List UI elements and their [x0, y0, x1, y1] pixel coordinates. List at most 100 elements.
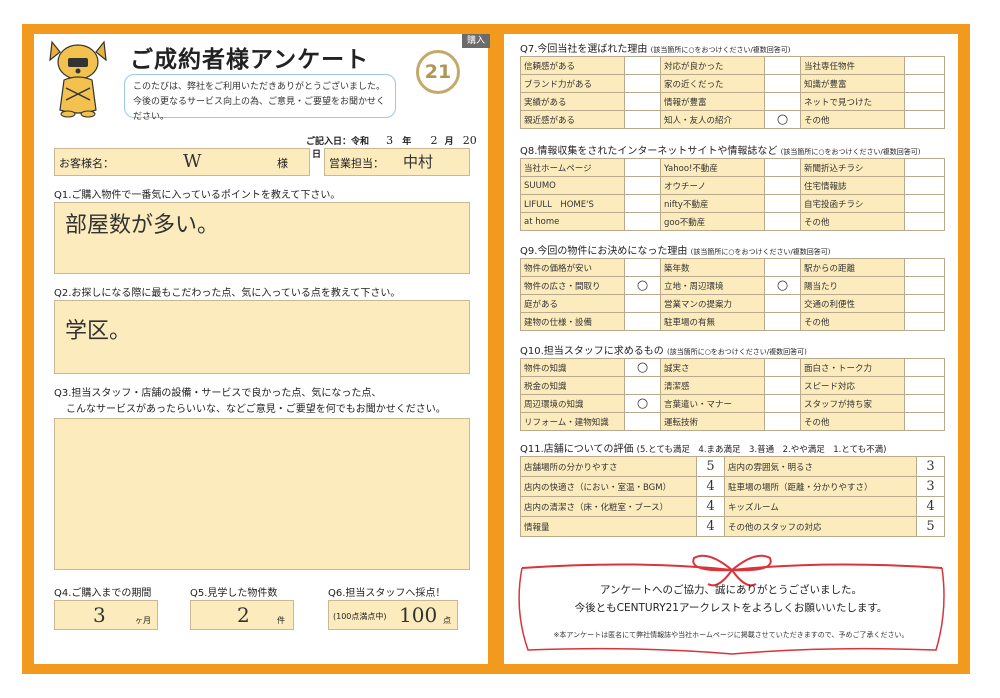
q7-option-label: 家の近くだった	[660, 74, 765, 93]
q10-option-mark[interactable]	[764, 376, 801, 395]
q8-option-mark[interactable]	[904, 212, 945, 231]
q4-unit: ヶ月	[135, 616, 151, 625]
q7-row: 親近感がある 知人・友人の紹介 ○ その他	[520, 110, 945, 129]
q8-option-mark[interactable]	[764, 194, 801, 213]
q8-option-mark[interactable]	[904, 176, 945, 195]
q11-item-score[interactable]: 4	[696, 516, 725, 537]
q7-option-mark[interactable]	[624, 92, 661, 111]
q10-option-label: 誠実さ	[660, 358, 765, 377]
q7-option-mark[interactable]	[904, 110, 945, 129]
q10-option-label: リフォーム・建物知識	[520, 412, 625, 431]
q9-option-mark[interactable]: ○	[624, 276, 661, 295]
date-month: 2	[430, 134, 438, 147]
q8-option-label: SUUMO	[520, 176, 625, 195]
q11-item-score[interactable]: 3	[916, 476, 945, 497]
q7-row: 信頼感がある 対応が良かった 当社専任物件	[520, 56, 945, 75]
q9-option-mark[interactable]	[764, 258, 801, 277]
q1-question: Q1.ご購入物件で一番気に入っているポイントを教えて下さい。	[54, 190, 341, 201]
q8-option-mark[interactable]	[904, 194, 945, 213]
q10-option-mark[interactable]	[624, 412, 661, 431]
q9-option-mark[interactable]	[904, 276, 945, 295]
q7-option-mark[interactable]	[624, 56, 661, 75]
date-month-unit: 月	[444, 137, 454, 147]
q10-row: 税金の知識 清潔感 スピード対応	[520, 376, 945, 395]
q7-option-mark[interactable]	[904, 56, 945, 75]
q7-option-label: その他	[800, 110, 905, 129]
q8-option-mark[interactable]	[764, 176, 801, 195]
q2-answer: 学区。	[65, 319, 132, 344]
q8-option-mark[interactable]	[624, 212, 661, 231]
q11-item-label: 駐車場の場所（距離・分かりやすさ）	[724, 476, 917, 497]
q8-option-mark[interactable]	[624, 158, 661, 177]
q2-question: Q2.お探しになる際に最もこだわった点、気に入っている点を教えて下さい。	[54, 288, 401, 299]
q7-option-mark[interactable]	[904, 92, 945, 111]
q8-option-label: nifty不動産	[660, 194, 765, 213]
q9-option-label: 営業マンの提案力	[660, 294, 765, 313]
q8-row: 当社ホームページ Yahoo!不動産 新聞折込チラシ	[520, 158, 945, 177]
q7-option-label: 情報が豊富	[660, 92, 765, 111]
q7-option-mark[interactable]	[624, 74, 661, 93]
q9-option-mark[interactable]	[904, 258, 945, 277]
q10-option-mark[interactable]	[764, 412, 801, 431]
sales-staff-field: 営業担当： 中村	[324, 148, 470, 176]
q9-option-mark[interactable]	[904, 294, 945, 313]
q8-option-mark[interactable]	[904, 158, 945, 177]
q9-option-mark[interactable]: ○	[764, 276, 801, 295]
intro-bubble: このたびは、弊社をご利用いただきありがとうございました。 今後の更なるサービス向…	[124, 74, 396, 122]
q8-option-mark[interactable]	[624, 176, 661, 195]
q9-note: (該当箇所に○をおつけください/複数回答可)	[690, 248, 831, 256]
q10-option-mark[interactable]	[904, 376, 945, 395]
q8-row: LIFULL HOME'S nifty不動産 自宅投函チラシ	[520, 194, 945, 213]
q7-option-mark[interactable]	[764, 74, 801, 93]
q11-row: 店舗場所の分かりやすさ 5 店内の雰囲気・明るさ 3	[520, 456, 945, 477]
q9-option-mark[interactable]	[624, 258, 661, 277]
q9-option-label: 築年数	[660, 258, 765, 277]
q7-option-mark[interactable]	[764, 92, 801, 111]
q7-option-mark[interactable]	[904, 74, 945, 93]
footer-note: ※本アンケートは匿名にて弊社情報誌や当社ホームページに掲載させていただきますので…	[553, 631, 909, 639]
q7-option-mark[interactable]	[624, 110, 661, 129]
q10-option-mark[interactable]: ○	[624, 394, 661, 413]
q9-table: 物件の価格が安い 築年数 駅からの距離 物件の広さ・間取り ○ 立地・周辺環境 ○ 陽当たり庭…	[520, 258, 945, 331]
q11-item-score[interactable]: 5	[916, 516, 945, 537]
q9-option-mark[interactable]	[624, 312, 661, 331]
q8-option-mark[interactable]	[764, 212, 801, 231]
q10-option-mark[interactable]	[764, 394, 801, 413]
q10-option-label: その他	[800, 412, 905, 431]
q8-note: (該当箇所に○をおつけください/複数回答可)	[780, 148, 921, 156]
q7-option-mark[interactable]	[764, 56, 801, 75]
q10-option-mark[interactable]	[624, 376, 661, 395]
q10-question: Q10.担当スタッフに求めるもの (該当箇所に○をおつけください/複数回答可)	[520, 342, 807, 357]
q10-option-mark[interactable]: ○	[624, 358, 661, 377]
q9-option-mark[interactable]	[764, 312, 801, 331]
q10-option-label: 面白さ・トーク力	[800, 358, 905, 377]
q7-option-label: 知人・友人の紹介	[660, 110, 765, 129]
q11-item-score[interactable]: 4	[696, 496, 725, 517]
q10-option-mark[interactable]	[904, 358, 945, 377]
q11-item-score[interactable]: 4	[696, 476, 725, 497]
q8-question-text: Q8.情報収集をされたインターネットサイトや情報誌など	[520, 146, 778, 157]
q11-item-label: 店舗場所の分かりやすさ	[520, 456, 697, 477]
q11-item-score[interactable]: 4	[916, 496, 945, 517]
q4-question: Q4.ご購入までの期間	[54, 588, 152, 599]
customer-name-value: W	[183, 151, 202, 172]
q10-option-mark[interactable]	[764, 358, 801, 377]
sales-staff-value: 中村	[403, 153, 434, 171]
q9-option-label: 駅からの距離	[800, 258, 905, 277]
survey-frame: 購入 ご成約者様アンケート このたびは、弊社をご利用いただきありがとうございまし…	[22, 24, 970, 674]
q9-option-mark[interactable]	[904, 312, 945, 331]
q9-option-label: 交通の利便性	[800, 294, 905, 313]
q9-option-mark[interactable]	[624, 294, 661, 313]
q8-option-mark[interactable]	[764, 158, 801, 177]
q4-answer-box: 3 ヶ月	[54, 600, 158, 630]
q7-option-label: 親近感がある	[520, 110, 625, 129]
q9-option-label: その他	[800, 312, 905, 331]
q10-option-mark[interactable]	[904, 394, 945, 413]
q8-option-mark[interactable]	[624, 194, 661, 213]
q11-item-score[interactable]: 3	[916, 456, 945, 477]
q9-option-mark[interactable]	[764, 294, 801, 313]
q9-question-text: Q9.今回の物件にお決めになった理由	[520, 246, 688, 257]
q10-option-mark[interactable]	[904, 412, 945, 431]
q7-option-mark[interactable]: ○	[764, 110, 801, 129]
q11-item-score[interactable]: 5	[696, 456, 725, 477]
